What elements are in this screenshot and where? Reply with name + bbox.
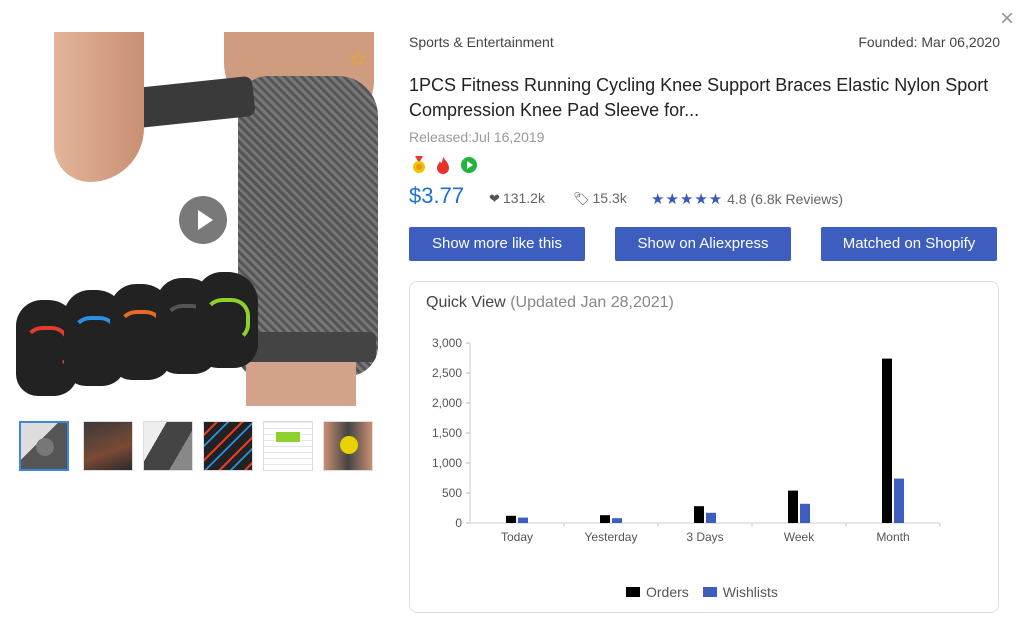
show-on-aliexpress-button[interactable]: Show on Aliexpress [615, 227, 791, 261]
price: $3.77 [409, 183, 465, 208]
bar-wishlists-yesterday [612, 518, 622, 523]
x-tick-label: 3 Days [686, 530, 723, 544]
heart-icon: ❤ [489, 191, 500, 206]
likes-stat: ❤ 131.2k [489, 190, 545, 207]
rating: ★★★★★ 4.8 (6.8k Reviews) [651, 190, 843, 208]
quick-view-panel: Quick View (Updated Jan 28,2021) 0 500 1,0… [409, 281, 999, 613]
y-tick-label: 3,000 [432, 336, 462, 350]
rating-stars-icon: ★★★★★ [651, 191, 724, 208]
x-tick-label: Today [501, 530, 533, 544]
bar-orders-yesterday [600, 515, 610, 523]
legend-wishlists: Wishlists [702, 584, 778, 600]
founded-date: Founded: Mar 06,2020 [858, 34, 1000, 50]
product-title: 1PCS Fitness Running Cycling Knee Suppor… [409, 75, 989, 120]
bar-wishlists-3-days [706, 512, 716, 523]
thumbnail-3[interactable] [143, 421, 193, 471]
thumbnail-strip [19, 421, 379, 473]
tags-stat: 🏷 15.3k [573, 190, 627, 207]
badge-row [410, 156, 490, 176]
matched-on-shopify-button[interactable]: Matched on Shopify [821, 227, 997, 261]
x-tick-label: Week [784, 530, 815, 544]
legend-wishlists-swatch [702, 587, 717, 597]
chart-legend: Orders Wishlists [626, 584, 788, 600]
play-circle-icon [461, 157, 477, 173]
thumbnail-1[interactable] [19, 421, 69, 471]
y-tick-label: 500 [442, 486, 462, 500]
likes-count: 131.2k [502, 190, 545, 206]
category-label: Sports & Entertainment [409, 34, 554, 50]
thumbnail-4[interactable] [203, 421, 253, 471]
medal-icon [413, 156, 425, 173]
bar-orders-month [882, 358, 892, 523]
show-more-like-this-button[interactable]: Show more like this [409, 227, 585, 261]
product-image: ☆ [14, 32, 378, 406]
y-tick-label: 2,000 [432, 396, 462, 410]
rating-value: 4.8 [727, 191, 747, 207]
thumbnail-6[interactable] [323, 421, 373, 471]
bar-orders-today [506, 515, 516, 523]
legend-orders-swatch [626, 587, 640, 597]
bar-wishlists-week [800, 503, 810, 523]
tags-count: 15.3k [592, 190, 627, 206]
legend-orders-label: Orders [646, 584, 689, 600]
bar-wishlists-today [518, 517, 528, 523]
legend-orders: Orders [626, 584, 689, 600]
color-variant-green [196, 272, 258, 368]
thumbnail-5[interactable] [263, 421, 313, 471]
model-shin [246, 362, 356, 406]
released-date: Released:Jul 16,2019 [409, 129, 545, 145]
y-tick-label: 1,500 [432, 426, 462, 440]
close-icon[interactable]: × [996, 7, 1018, 31]
review-count: (6.8k Reviews) [750, 191, 844, 207]
y-tick-label: 2,500 [432, 366, 462, 380]
x-tick-label: Month [876, 530, 909, 544]
y-tick-label: 0 [455, 516, 462, 530]
fire-icon [437, 157, 449, 174]
legend-wishlists-label: Wishlists [722, 584, 778, 600]
bar-orders-week [788, 490, 798, 523]
tag-icon: 🏷 [573, 191, 590, 206]
favorite-star-icon[interactable]: ☆ [348, 48, 368, 70]
thumbnail-2[interactable] [83, 421, 133, 471]
play-video-icon[interactable] [179, 196, 227, 244]
orders-wishlists-chart: 0 500 1,000 1,500 2,000 2,500 3,000 Today Yester… [432, 336, 941, 544]
knee-sleeve-band [240, 332, 376, 362]
knee-sleeve [238, 76, 378, 376]
bar-orders-3-days [694, 506, 704, 523]
x-tick-label: Yesterday [585, 530, 638, 544]
model-hand [54, 32, 144, 182]
bar-wishlists-month [894, 478, 904, 523]
y-tick-label: 1,000 [432, 456, 462, 470]
